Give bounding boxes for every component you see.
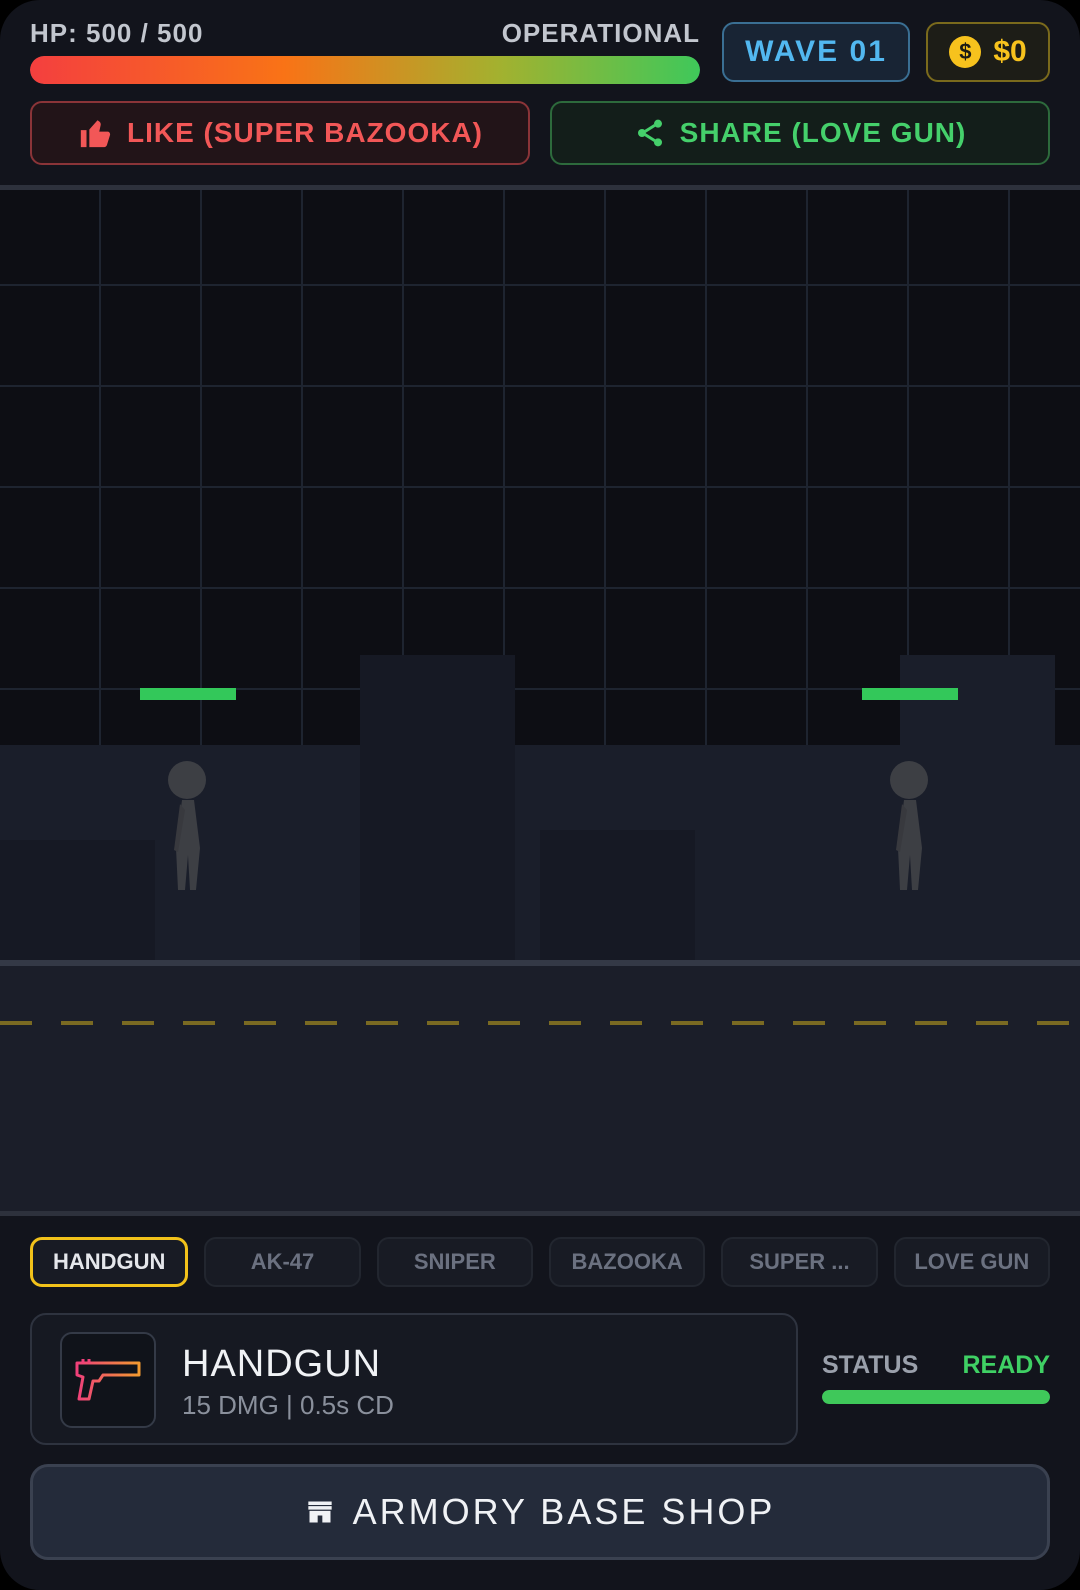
enemy-health-fill [862,688,958,700]
coin-icon: $ [949,36,982,68]
weapon-ready-bar [822,1390,1050,1404]
weapon-tab-ak47[interactable]: AK-47 [204,1237,361,1287]
share-button-label: SHARE (LOVE GUN) [679,117,967,148]
road-lane-marking [0,1021,1080,1025]
hp-bar-fill [30,56,700,84]
pistol-icon [75,1359,141,1401]
thumbs-up-icon [80,120,111,148]
armory-shop-label: ARMORY BASE SHOP [352,1491,776,1532]
weapon-ready-fill [822,1390,1050,1404]
city-building [360,655,515,965]
road-edge [0,960,1080,966]
road [0,960,1080,1215]
weapon-info-card: HANDGUN 15 DMG | 0.5s CD [30,1313,798,1445]
weapon-name: HANDGUN [182,1343,382,1385]
weapon-stats: 15 DMG | 0.5s CD [182,1390,394,1420]
weapon-tab-handgun[interactable]: HANDGUN [30,1237,189,1287]
hp-label: HP: 500 / 500 [30,18,204,48]
store-icon [307,1501,332,1523]
wave-indicator: WAVE 01 [722,22,910,82]
money-text: $0 [993,35,1027,68]
like-button[interactable]: LIKE (SUPER BAZOOKA) [30,101,530,165]
base-status-label: OPERATIONAL [501,18,700,48]
stickman-figure-icon [168,761,206,890]
share-button[interactable]: SHARE (LOVE GUN) [550,101,1050,165]
enemy-health-bar [862,688,958,700]
enemy-health-fill [140,688,236,700]
weapon-status-value: READY [962,1351,1050,1379]
enemy-stickman[interactable] [140,688,250,928]
weapon-tabs: HANDGUN AK-47 SNIPER BAZOOKA SUPER ... L… [30,1237,1050,1287]
game-screen: HP: 500 / 500 OPERATIONAL WAVE 01 $ $0 L… [0,0,1080,1590]
enemy-stickman[interactable] [862,688,972,928]
money-display: $ $0 [926,22,1050,82]
city-building [720,745,875,965]
share-icon [637,119,662,147]
weapon-tab-love-gun[interactable]: LOVE GUN [893,1237,1050,1287]
stickman-figure-icon [890,761,928,890]
weapon-status-label: STATUS [822,1351,919,1379]
weapon-tab-bazooka[interactable]: BAZOOKA [548,1237,706,1287]
weapon-icon-frame [60,1332,156,1428]
wave-text: WAVE 01 [745,35,887,68]
city-building [540,830,695,965]
enemy-health-bar [140,688,236,700]
like-button-label: LIKE (SUPER BAZOOKA) [127,117,483,148]
city-building [0,840,155,965]
weapon-tab-sniper[interactable]: SNIPER [376,1237,533,1287]
scene-bottom-border [0,1211,1080,1216]
hp-bar [30,56,700,84]
armory-shop-button[interactable]: ARMORY BASE SHOP [30,1464,1050,1560]
battle-scene[interactable] [0,185,1080,1215]
weapon-tab-super-bazooka[interactable]: SUPER ... [721,1237,878,1287]
scene-top-border [0,185,1080,190]
